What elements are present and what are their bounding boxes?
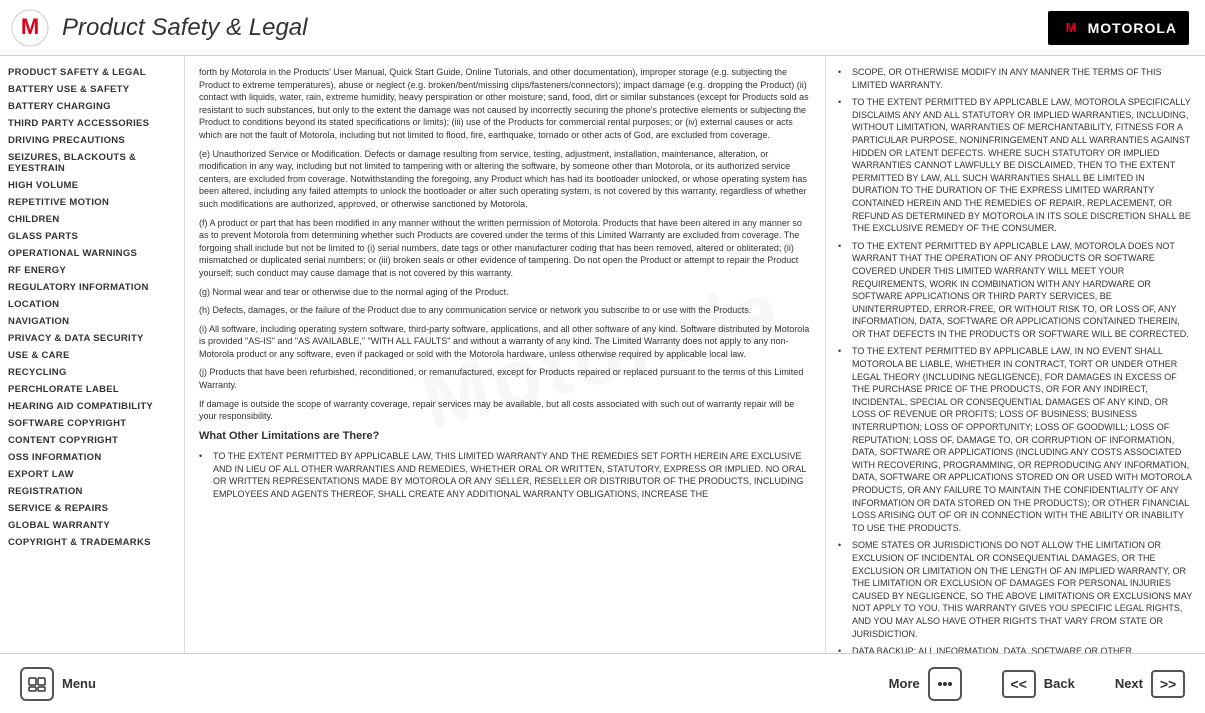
right-bullet-item: •TO THE EXTENT PERMITTED BY APPLICABLE L… bbox=[838, 96, 1193, 235]
right-bullet-item: • DATA BACKUP: ALL INFORMATION, DATA, SOF… bbox=[838, 645, 1193, 653]
sidebar-item-privacy[interactable]: PRIVACY & DATA SECURITY bbox=[0, 330, 184, 347]
sidebar: PRODUCT SAFETY & LEGALBATTERY USE & SAFE… bbox=[0, 56, 185, 653]
center-paragraph: If damage is outside the scope of warran… bbox=[199, 398, 811, 423]
right-content: •SCOPE, OR OTHERWISE MODIFY IN ANY MANNE… bbox=[825, 56, 1205, 653]
bullet-symbol: • bbox=[838, 539, 846, 640]
sidebar-item-location[interactable]: LOCATION bbox=[0, 296, 184, 313]
more-icon bbox=[928, 667, 962, 701]
back-button[interactable]: << Back bbox=[1002, 667, 1075, 701]
bullet-symbol: • bbox=[838, 345, 846, 534]
header-right: M MOTOROLA bbox=[1048, 11, 1189, 45]
motorola-badge: M MOTOROLA bbox=[1048, 11, 1189, 45]
sidebar-item-global-warranty[interactable]: GLOBAL WARRANTY bbox=[0, 517, 184, 534]
sidebar-item-third-party[interactable]: THIRD PARTY ACCESSORIES bbox=[0, 115, 184, 132]
center-paragraph: (f) A product or part that has been modi… bbox=[199, 217, 811, 280]
bullet-symbol: • bbox=[838, 240, 846, 341]
right-bullet-item: •TO THE EXTENT PERMITTED BY APPLICABLE L… bbox=[838, 345, 1193, 534]
bullet-text: TO THE EXTENT PERMITTED BY APPLICABLE LA… bbox=[852, 96, 1193, 235]
center-paragraph: (e) Unauthorized Service or Modification… bbox=[199, 148, 811, 211]
bullet-symbol: • bbox=[838, 66, 846, 91]
sidebar-item-repetitive-motion[interactable]: REPETITIVE MOTION bbox=[0, 194, 184, 211]
sidebar-item-export-law[interactable]: EXPORT LAW bbox=[0, 466, 184, 483]
svg-text:M: M bbox=[1065, 20, 1076, 35]
sidebar-item-regulatory[interactable]: REGULATORY INFORMATION bbox=[0, 279, 184, 296]
header: M Product Safety & Legal M MOTOROLA bbox=[0, 0, 1205, 56]
center-paragraph: (h) Defects, damages, or the failure of … bbox=[199, 304, 811, 317]
bullet-text: TO THE EXTENT PERMITTED BY APPLICABLE LA… bbox=[213, 450, 811, 500]
main-content: PRODUCT SAFETY & LEGALBATTERY USE & SAFE… bbox=[0, 56, 1205, 653]
bullet-symbol: • bbox=[838, 645, 846, 653]
sidebar-item-battery-use[interactable]: BATTERY USE & SAFETY bbox=[0, 81, 184, 98]
sidebar-item-content-copyright[interactable]: CONTENT COPYRIGHT bbox=[0, 432, 184, 449]
bullet-text: TO THE EXTENT PERMITTED BY APPLICABLE LA… bbox=[852, 345, 1193, 534]
sidebar-item-recycling[interactable]: RECYCLING bbox=[0, 364, 184, 381]
sidebar-item-oss[interactable]: OSS INFORMATION bbox=[0, 449, 184, 466]
sidebar-item-children[interactable]: CHILDREN bbox=[0, 211, 184, 228]
sidebar-item-battery-charging[interactable]: BATTERY CHARGING bbox=[0, 98, 184, 115]
center-paragraph: (j) Products that have been refurbished,… bbox=[199, 366, 811, 391]
right-bullet-item: •SCOPE, OR OTHERWISE MODIFY IN ANY MANNE… bbox=[838, 66, 1193, 91]
footer: Menu More << Back Next >> bbox=[0, 653, 1205, 713]
sidebar-item-service-repairs[interactable]: SERVICE & REPAIRS bbox=[0, 500, 184, 517]
center-content: forth by Motorola in the Products' User … bbox=[185, 56, 825, 653]
bullet-text: SCOPE, OR OTHERWISE MODIFY IN ANY MANNER… bbox=[852, 66, 1193, 91]
sidebar-item-copyright-trademarks[interactable]: COPYRIGHT & TRADEMARKS bbox=[0, 534, 184, 551]
back-icon: << bbox=[1002, 670, 1036, 698]
center-section-heading: What Other Limitations are There? bbox=[199, 429, 811, 444]
header-left: M Product Safety & Legal bbox=[10, 8, 307, 48]
menu-button[interactable]: Menu bbox=[20, 667, 96, 701]
center-paragraph: (i) All software, including operating sy… bbox=[199, 323, 811, 361]
sidebar-item-operational-warnings[interactable]: OPERATIONAL WARNINGS bbox=[0, 245, 184, 262]
motorola-brand-label: MOTOROLA bbox=[1088, 20, 1177, 36]
menu-icon bbox=[20, 667, 54, 701]
page-title: Product Safety & Legal bbox=[62, 14, 307, 42]
sidebar-item-seizures[interactable]: SEIZURES, BLACKOUTS & EYESTRAIN bbox=[0, 149, 184, 177]
right-bullet-item: •TO THE EXTENT PERMITTED BY APPLICABLE L… bbox=[838, 240, 1193, 341]
bullet-symbol: • bbox=[199, 450, 207, 500]
center-paragraph: (g) Normal wear and tear or otherwise du… bbox=[199, 286, 811, 299]
center-paragraph: forth by Motorola in the Products' User … bbox=[199, 66, 811, 142]
menu-label: Menu bbox=[62, 676, 96, 691]
next-button[interactable]: Next >> bbox=[1115, 667, 1185, 701]
svg-text:M: M bbox=[21, 14, 39, 39]
bullet-text: DATA BACKUP: ALL INFORMATION, DATA, SOFT… bbox=[852, 645, 1193, 653]
footer-right: More << Back Next >> bbox=[889, 667, 1185, 701]
sidebar-item-high-volume[interactable]: HIGH VOLUME bbox=[0, 177, 184, 194]
center-bullet-item: •TO THE EXTENT PERMITTED BY APPLICABLE L… bbox=[199, 450, 811, 500]
motorola-logo-left: M bbox=[10, 8, 50, 48]
motorola-badge-logo-icon: M bbox=[1060, 17, 1082, 39]
sidebar-item-product-safety[interactable]: PRODUCT SAFETY & LEGAL bbox=[0, 64, 184, 81]
next-label: Next bbox=[1115, 676, 1143, 691]
more-label: More bbox=[889, 676, 920, 691]
sidebar-item-software-copyright[interactable]: SOFTWARE COPYRIGHT bbox=[0, 415, 184, 432]
more-button[interactable]: More bbox=[889, 667, 962, 701]
back-label: Back bbox=[1044, 676, 1075, 691]
sidebar-item-use-care[interactable]: USE & CARE bbox=[0, 347, 184, 364]
sidebar-item-perchlorate[interactable]: PERCHLORATE LABEL bbox=[0, 381, 184, 398]
bullet-text: SOME STATES OR JURISDICTIONS DO NOT ALLO… bbox=[852, 539, 1193, 640]
bullet-text: TO THE EXTENT PERMITTED BY APPLICABLE LA… bbox=[852, 240, 1193, 341]
sidebar-item-hearing-aid[interactable]: HEARING AID COMPATIBILITY bbox=[0, 398, 184, 415]
sidebar-item-rf-energy[interactable]: RF ENERGY bbox=[0, 262, 184, 279]
sidebar-item-driving[interactable]: DRIVING PRECAUTIONS bbox=[0, 132, 184, 149]
bullet-symbol: • bbox=[838, 96, 846, 235]
sidebar-item-registration[interactable]: REGISTRATION bbox=[0, 483, 184, 500]
next-icon: >> bbox=[1151, 670, 1185, 698]
right-bullet-item: •SOME STATES OR JURISDICTIONS DO NOT ALL… bbox=[838, 539, 1193, 640]
sidebar-item-navigation[interactable]: NAVIGATION bbox=[0, 313, 184, 330]
sidebar-item-glass-parts[interactable]: GLASS PARTS bbox=[0, 228, 184, 245]
